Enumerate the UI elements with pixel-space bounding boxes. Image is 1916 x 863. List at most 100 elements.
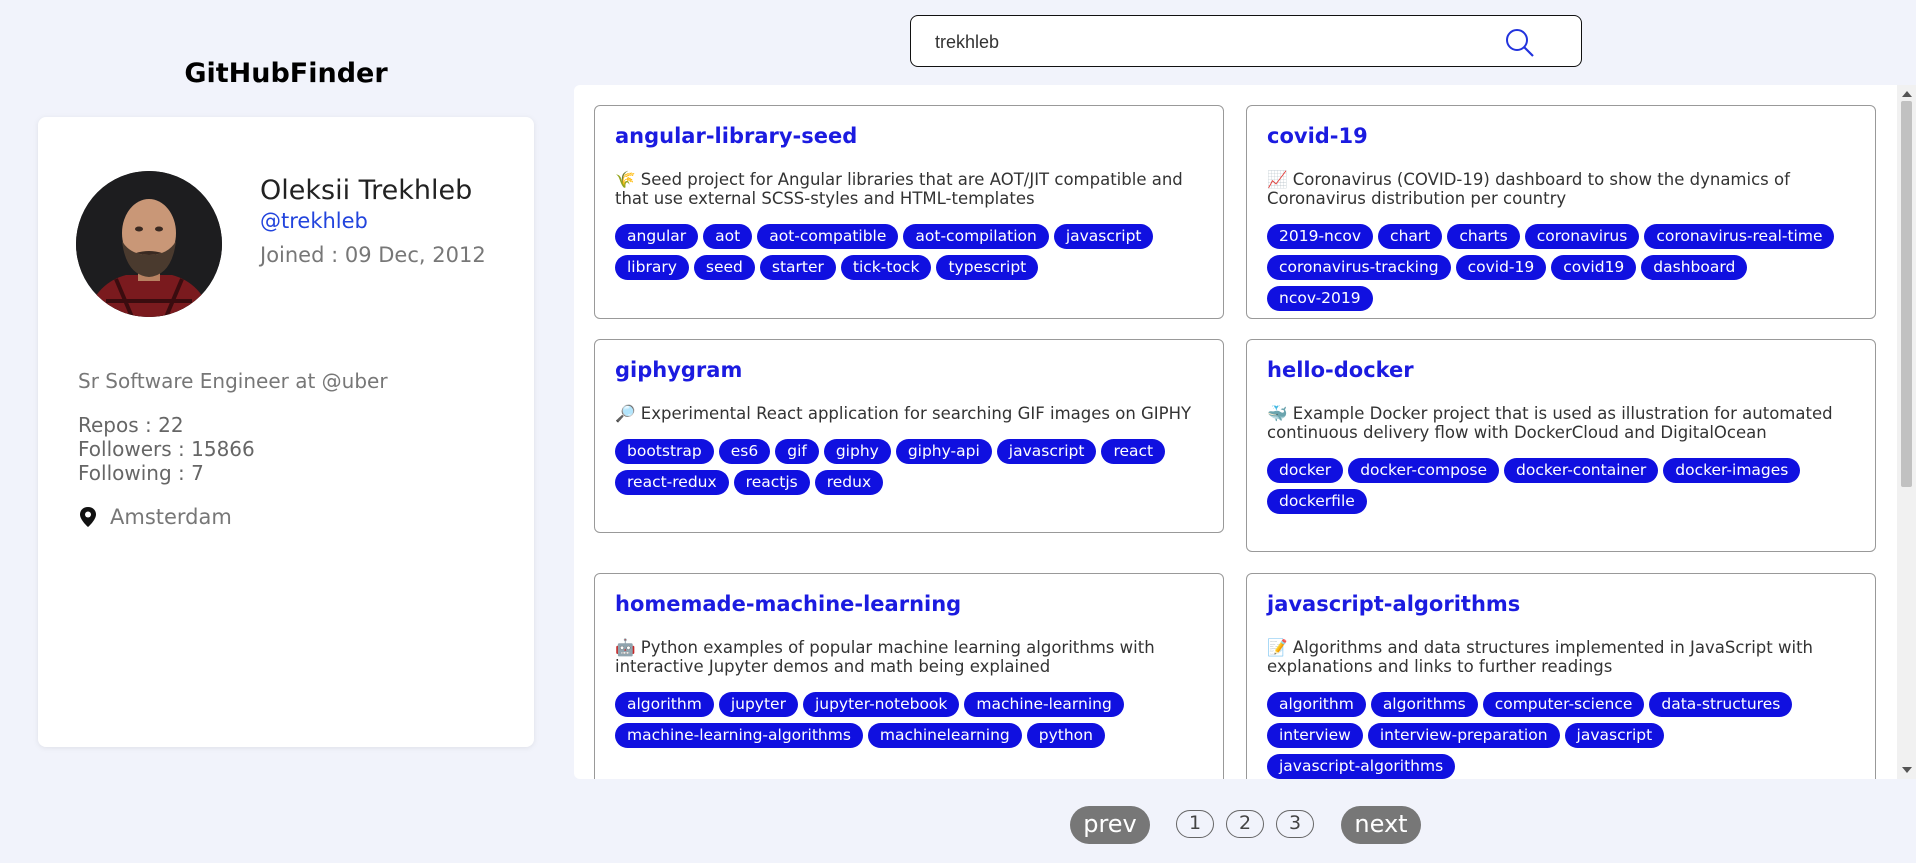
topic-tag[interactable]: giphy-api: [895, 439, 992, 464]
topic-tag[interactable]: coronavirus: [1524, 224, 1640, 249]
next-button[interactable]: next: [1341, 806, 1421, 844]
topic-tag[interactable]: angular: [615, 224, 699, 249]
scrollbar-thumb[interactable]: [1901, 101, 1912, 487]
avatar: [76, 171, 222, 317]
topic-tag[interactable]: javascript: [1053, 224, 1154, 249]
search-icon[interactable]: [1505, 28, 1535, 58]
repo-name-link[interactable]: homemade-machine-learning: [615, 592, 1203, 616]
topic-tag[interactable]: machine-learning-algorithms: [615, 723, 863, 748]
profile-location: Amsterdam: [78, 505, 232, 529]
repo-card: giphygram 🔎 Experimental React applicati…: [594, 339, 1224, 533]
repo-topics: algorithm algorithms computer-science data-…: [1267, 692, 1855, 779]
prev-button[interactable]: prev: [1070, 806, 1150, 844]
repo-list-scrollbar[interactable]: [1897, 85, 1916, 779]
scroll-down-arrow-icon[interactable]: [1902, 767, 1912, 773]
following-count: Following : 7: [78, 461, 204, 485]
page-3-button[interactable]: 3: [1276, 810, 1314, 838]
repo-description: 🤖 Python examples of popular machine lea…: [615, 638, 1155, 676]
topic-tag[interactable]: docker: [1267, 458, 1344, 483]
page-1-button[interactable]: 1: [1176, 810, 1214, 838]
topic-tag[interactable]: library: [615, 255, 689, 280]
topic-tag[interactable]: docker-compose: [1348, 458, 1500, 483]
topic-tag[interactable]: typescript: [936, 255, 1039, 280]
topic-tag[interactable]: seed: [693, 255, 755, 280]
topic-tag[interactable]: starter: [759, 255, 836, 280]
topic-tag[interactable]: redux: [814, 470, 884, 495]
topic-tag[interactable]: coronavirus-tracking: [1267, 255, 1451, 280]
repo-topics: algorithm jupyter jupyter-notebook machine-…: [615, 692, 1203, 748]
topic-tag[interactable]: machine-learning: [964, 692, 1124, 717]
topic-tag[interactable]: dockerfile: [1267, 489, 1367, 514]
followers-count: Followers : 15866: [78, 437, 255, 461]
topic-tag[interactable]: ncov-2019: [1267, 286, 1373, 311]
repo-topics: bootstrap es6 gif giphy giphy-api javascript r…: [615, 439, 1203, 495]
profile-login-link[interactable]: @trekhleb: [260, 209, 368, 233]
repo-description: 🐳 Example Docker project that is used as…: [1267, 404, 1833, 442]
topic-tag[interactable]: algorithm: [1267, 692, 1366, 717]
topic-tag[interactable]: coronavirus-real-time: [1644, 224, 1835, 249]
topic-tag[interactable]: gif: [775, 439, 819, 464]
repo-description: 📈 Coronavirus (COVID-19) dashboard to sh…: [1267, 170, 1790, 208]
repo-topics: docker docker-compose docker-container dock…: [1267, 458, 1855, 514]
topic-tag[interactable]: 2019-ncov: [1267, 224, 1374, 249]
profile-name: Oleksii Trekhleb: [260, 175, 473, 206]
repo-description: 🌾 Seed project for Angular libraries tha…: [615, 170, 1183, 208]
topic-tag[interactable]: data-structures: [1649, 692, 1793, 717]
repo-topics: 2019-ncov chart charts coronavirus coronavir…: [1267, 224, 1855, 311]
topic-tag[interactable]: giphy: [823, 439, 891, 464]
scroll-up-arrow-icon[interactable]: [1902, 91, 1912, 97]
repo-card: angular-library-seed 🌾 Seed project for …: [594, 105, 1224, 319]
repo-description: 📝 Algorithms and data structures impleme…: [1267, 638, 1813, 676]
topic-tag[interactable]: bootstrap: [615, 439, 714, 464]
repos-count: Repos : 22: [78, 413, 184, 437]
topic-tag[interactable]: docker-images: [1663, 458, 1801, 483]
topic-tag[interactable]: algorithm: [615, 692, 714, 717]
topic-tag[interactable]: chart: [1378, 224, 1443, 249]
topic-tag[interactable]: javascript-algorithms: [1267, 754, 1456, 779]
topic-tag[interactable]: covid19: [1551, 255, 1637, 280]
profile-card: Oleksii Trekhleb @trekhleb Joined : 09 D…: [38, 117, 534, 747]
page-2-button[interactable]: 2: [1226, 810, 1264, 838]
repo-card: javascript-algorithms 📝 Algorithms and d…: [1246, 573, 1876, 779]
topic-tag[interactable]: react: [1101, 439, 1166, 464]
topic-tag[interactable]: dashboard: [1641, 255, 1748, 280]
topic-tag[interactable]: python: [1026, 723, 1105, 748]
topic-tag[interactable]: javascript: [996, 439, 1097, 464]
repo-list-panel: angular-library-seed 🌾 Seed project for …: [574, 85, 1916, 779]
topic-tag[interactable]: reactjs: [733, 470, 810, 495]
topic-tag[interactable]: covid-19: [1455, 255, 1547, 280]
repo-name-link[interactable]: angular-library-seed: [615, 124, 1203, 148]
repo-name-link[interactable]: javascript-algorithms: [1267, 592, 1855, 616]
profile-joined-date: Joined : 09 Dec, 2012: [260, 243, 486, 267]
topic-tag[interactable]: jupyter: [718, 692, 798, 717]
topic-tag[interactable]: tick-tock: [840, 255, 932, 280]
topic-tag[interactable]: es6: [718, 439, 771, 464]
topic-tag[interactable]: aot: [703, 224, 753, 249]
search-input[interactable]: [933, 26, 1497, 58]
repo-topics: angular aot aot-compatible aot-compilation j…: [615, 224, 1203, 280]
repo-card: homemade-machine-learning 🤖 Python examp…: [594, 573, 1224, 779]
repo-name-link[interactable]: covid-19: [1267, 124, 1855, 148]
topic-tag[interactable]: aot-compatible: [757, 224, 899, 249]
repo-name-link[interactable]: giphygram: [615, 358, 1203, 382]
repo-card: hello-docker 🐳 Example Docker project th…: [1246, 339, 1876, 552]
topic-tag[interactable]: interview: [1267, 723, 1363, 748]
topic-tag[interactable]: algorithms: [1370, 692, 1478, 717]
topic-tag[interactable]: jupyter-notebook: [802, 692, 960, 717]
location-pin-icon: [80, 507, 96, 527]
topic-tag[interactable]: machinelearning: [867, 723, 1022, 748]
topic-tag[interactable]: react-redux: [615, 470, 729, 495]
topic-tag[interactable]: javascript: [1564, 723, 1665, 748]
search-box: [910, 15, 1582, 67]
profile-bio: Sr Software Engineer at @uber: [78, 369, 388, 393]
profile-stats: Repos : 22 Followers : 15866 Following :…: [78, 413, 255, 485]
repo-name-link[interactable]: hello-docker: [1267, 358, 1855, 382]
topic-tag[interactable]: computer-science: [1482, 692, 1645, 717]
location-label: Amsterdam: [110, 505, 232, 529]
topic-tag[interactable]: aot-compilation: [903, 224, 1049, 249]
topic-tag[interactable]: interview-preparation: [1367, 723, 1560, 748]
repo-description: 🔎 Experimental React application for sea…: [615, 404, 1192, 423]
topic-tag[interactable]: charts: [1447, 224, 1520, 249]
repo-card: covid-19 📈 Coronavirus (COVID-19) dashbo…: [1246, 105, 1876, 319]
topic-tag[interactable]: docker-container: [1504, 458, 1659, 483]
